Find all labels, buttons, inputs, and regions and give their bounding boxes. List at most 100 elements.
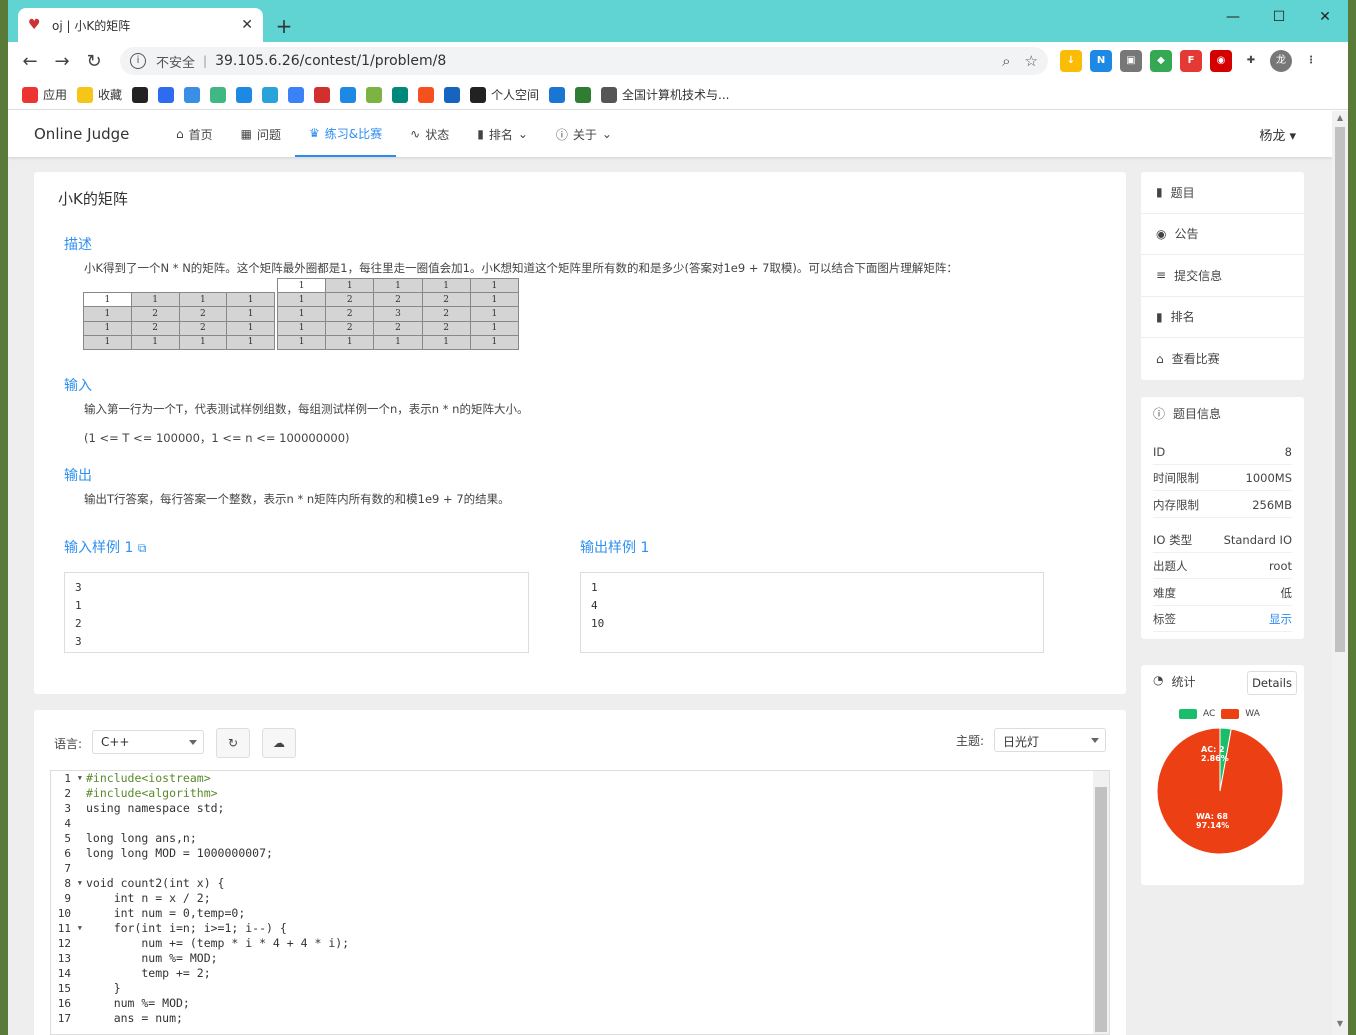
code-line[interactable]: num %= MOD;: [86, 996, 349, 1011]
legend-swatch[interactable]: [1221, 709, 1240, 719]
nav-item-1[interactable]: ▦ 问题: [227, 111, 295, 157]
sidebar-item-4[interactable]: ⌂ 查看比赛: [1141, 338, 1304, 380]
nav-item-0[interactable]: ⌂ 首页: [162, 111, 227, 157]
info-row: 难度 低: [1153, 580, 1292, 606]
bookmark-item[interactable]: [262, 86, 279, 103]
code-line[interactable]: long long MOD = 1000000007;: [86, 846, 349, 861]
close-window-icon[interactable]: ✕: [1302, 4, 1348, 30]
address-bar[interactable]: i 不安全 | 39.105.6.26/contest/1/problem/8 …: [120, 47, 1048, 75]
close-tab-icon[interactable]: ✕: [241, 17, 253, 33]
bookmark-item[interactable]: [288, 86, 305, 103]
extension-icon[interactable]: F: [1180, 50, 1202, 72]
bookmark-item[interactable]: [549, 86, 566, 103]
fold-icon[interactable]: ▼: [78, 921, 82, 936]
nav-item-2[interactable]: ♛ 练习&比赛: [295, 111, 397, 157]
code-lines[interactable]: #include<iostream> #include<algorithm> usi…: [86, 771, 349, 1026]
copy-icon[interactable]: ⧉: [138, 541, 147, 555]
language-select[interactable]: C++: [92, 730, 204, 754]
bookmark-item[interactable]: [418, 86, 435, 103]
scroll-down-icon[interactable]: ▼: [1332, 1019, 1348, 1033]
bookmark-item[interactable]: [340, 86, 357, 103]
bookmark-icon: [418, 86, 435, 103]
matrix-cell: 2: [130, 320, 180, 336]
extension-icon[interactable]: ↓: [1060, 50, 1082, 72]
matrix-cell: 3: [373, 306, 423, 322]
maximize-icon[interactable]: ☐: [1256, 4, 1302, 30]
code-line[interactable]: for(int i=n; i>=1; i--) {: [86, 921, 349, 936]
bookmark-item[interactable]: 收藏: [77, 86, 122, 103]
fold-icon[interactable]: ▼: [78, 771, 82, 786]
code-line[interactable]: int num = 0,temp=0;: [86, 906, 349, 921]
bookmark-item[interactable]: 全国计算机技术与...: [601, 86, 730, 103]
forward-icon[interactable]: →: [46, 51, 78, 72]
bookmark-star-icon[interactable]: ☆: [1025, 52, 1038, 70]
code-line[interactable]: }: [86, 981, 349, 996]
code-line[interactable]: ans = num;: [86, 1011, 349, 1026]
brand[interactable]: Online Judge: [34, 125, 162, 143]
bookmark-item[interactable]: [392, 86, 409, 103]
code-line[interactable]: [86, 816, 349, 831]
url-text[interactable]: 39.105.6.26/contest/1/problem/8: [215, 53, 988, 69]
minimize-icon[interactable]: —: [1210, 4, 1256, 30]
page-scrollbar[interactable]: ▲ ▼: [1332, 111, 1348, 1035]
code-line[interactable]: num %= MOD;: [86, 951, 349, 966]
code-line[interactable]: long long ans,n;: [86, 831, 349, 846]
upload-button[interactable]: ☁: [262, 728, 296, 758]
nav-item-3[interactable]: ∿ 状态: [396, 111, 463, 157]
insecure-label: 不安全: [156, 55, 196, 71]
reload-icon[interactable]: ↻: [78, 51, 110, 72]
code-line[interactable]: int n = x / 2;: [86, 891, 349, 906]
bookmark-item[interactable]: [575, 86, 592, 103]
bookmark-item[interactable]: [184, 86, 201, 103]
nav-item-4[interactable]: ▮ 排名 ⌄: [463, 111, 542, 157]
user-menu[interactable]: 杨龙 ▾: [1259, 125, 1296, 144]
menu-icon[interactable]: ⋮: [1300, 50, 1322, 72]
code-editor[interactable]: 1 ▼ 2 3 4 5 6 7 8 ▼ 9 10 11 ▼ 12 13 14 15 16 17 #include<io…: [50, 770, 1110, 1035]
avatar[interactable]: 龙: [1270, 50, 1292, 72]
code-line[interactable]: [86, 861, 349, 876]
sidebar-item-1[interactable]: ◉ 公告: [1141, 214, 1304, 255]
scroll-up-icon[interactable]: ▲: [1332, 113, 1348, 127]
bookmark-item[interactable]: [158, 86, 175, 103]
extension-icon[interactable]: ▣: [1120, 50, 1142, 72]
code-scrollbar[interactable]: [1093, 771, 1109, 1034]
bookmark-item[interactable]: [366, 86, 383, 103]
bookmark-item[interactable]: [132, 86, 149, 103]
show-tags-link[interactable]: 显示: [1269, 611, 1292, 627]
zoom-icon[interactable]: ⌕: [1002, 52, 1010, 70]
bookmark-item[interactable]: [236, 86, 253, 103]
bookmark-item[interactable]: [444, 86, 461, 103]
extension-icon[interactable]: ◉: [1210, 50, 1232, 72]
legend-swatch[interactable]: [1179, 709, 1197, 719]
bookmark-item[interactable]: 个人空间: [470, 86, 539, 103]
details-button[interactable]: Details: [1247, 671, 1297, 695]
code-line[interactable]: temp += 2;: [86, 966, 349, 981]
back-icon[interactable]: ←: [14, 51, 46, 72]
code-line[interactable]: using namespace std;: [86, 801, 349, 816]
info-icon[interactable]: i: [130, 53, 146, 69]
puzzle-icon[interactable]: ✚: [1240, 50, 1262, 72]
bookmark-item[interactable]: [314, 86, 331, 103]
matrix-cell: 1: [83, 334, 132, 351]
code-line[interactable]: void count2(int x) {: [86, 876, 349, 891]
reset-code-button[interactable]: ↻: [216, 728, 250, 758]
extension-icon[interactable]: N: [1090, 50, 1112, 72]
code-line[interactable]: #include<iostream>: [86, 771, 349, 786]
sidebar-item-3[interactable]: ▮ 排名: [1141, 297, 1304, 338]
extension-icon[interactable]: ◆: [1150, 50, 1172, 72]
sidebar-item-2[interactable]: ≡ 提交信息: [1141, 255, 1304, 297]
scroll-thumb[interactable]: [1335, 127, 1345, 652]
matrix-cell: 1: [276, 306, 327, 322]
nav-item-5[interactable]: ⓘ 关于 ⌄: [542, 111, 626, 157]
info-value: 低: [1280, 585, 1293, 600]
browser-tab[interactable]: ♥ oj | 小K的矩阵 ✕: [18, 8, 263, 42]
fold-icon[interactable]: ▼: [78, 876, 82, 891]
theme-select[interactable]: 日光灯: [994, 728, 1106, 752]
bookmark-item[interactable]: [210, 86, 227, 103]
code-line[interactable]: num += (temp * i * 4 + 4 * i);: [86, 936, 349, 951]
new-tab-button[interactable]: +: [270, 12, 298, 40]
info-row: IO 类型 Standard IO: [1153, 527, 1292, 553]
sidebar-item-0[interactable]: ▮ 题目: [1141, 172, 1304, 214]
bookmark-item[interactable]: 应用: [22, 86, 67, 103]
code-line[interactable]: #include<algorithm>: [86, 786, 349, 801]
